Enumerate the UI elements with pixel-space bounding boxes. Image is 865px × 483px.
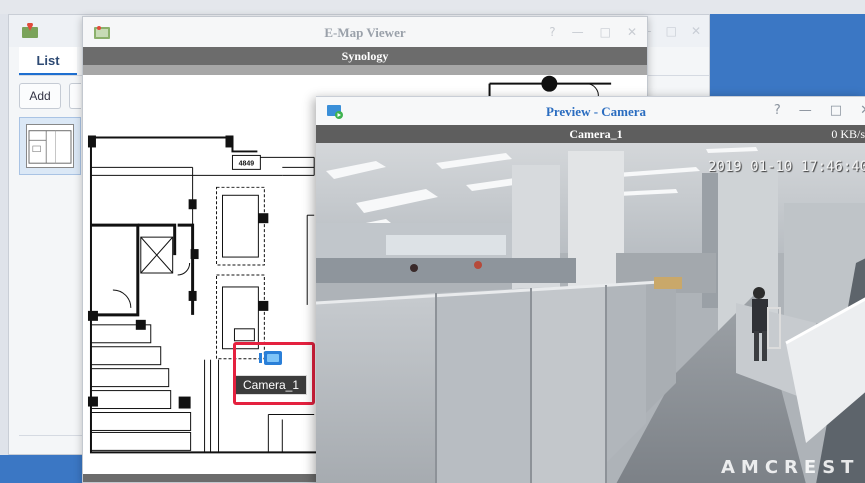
help-icon[interactable]: ? (549, 25, 555, 39)
app-window-controls: — □ ✕ (640, 24, 701, 38)
video-timestamp: 2019 01-10 17:46:40 (708, 159, 865, 175)
emap-titlebar[interactable]: E-Map Viewer ? — □ ✕ (83, 17, 647, 47)
amcrest-watermark: AMCREST (721, 457, 860, 478)
minimize-icon[interactable]: — (572, 25, 584, 39)
maximize-icon[interactable]: □ (830, 103, 842, 118)
camera-preview-window: Preview - Camera ? — □ ✕ Camera_1 0 KB/s (316, 96, 865, 483)
preview-titlebar[interactable]: Preview - Camera ? — □ ✕ (316, 97, 865, 125)
camera-name: Camera_1 (569, 127, 623, 141)
desktop-top-strip (0, 0, 865, 14)
map-thumbnail[interactable] (19, 117, 81, 175)
live-video-feed[interactable]: 2019 01-10 17:46:40 AMCREST (316, 143, 865, 483)
maximize-icon[interactable]: □ (666, 24, 677, 38)
minimize-icon[interactable]: — (799, 103, 812, 118)
camera-highlight-box (233, 342, 315, 405)
add-button[interactable]: Add (19, 83, 61, 109)
maximize-icon[interactable]: □ (600, 25, 611, 39)
tab-list[interactable]: List (19, 47, 77, 75)
preview-window-controls: ? — □ ✕ (774, 103, 865, 118)
office-scene-image (316, 143, 865, 483)
preview-info-bar: Camera_1 0 KB/s (316, 125, 865, 143)
help-icon[interactable]: ? (774, 103, 781, 118)
floorplan-thumbnail-icon (26, 124, 74, 168)
map-name-bar: Synology (83, 47, 647, 65)
close-icon[interactable]: ✕ (691, 24, 701, 38)
toolbar-button[interactable] (69, 83, 81, 109)
close-icon[interactable]: ✕ (860, 103, 865, 118)
close-icon[interactable]: ✕ (627, 25, 637, 39)
map-toolbar-strip (83, 65, 647, 75)
emap-window-controls: ? — □ ✕ (549, 25, 637, 39)
bitrate-readout: 0 KB/s (831, 127, 865, 141)
emap-app-icon (22, 23, 38, 38)
room-number-label: 4849 (239, 160, 255, 167)
